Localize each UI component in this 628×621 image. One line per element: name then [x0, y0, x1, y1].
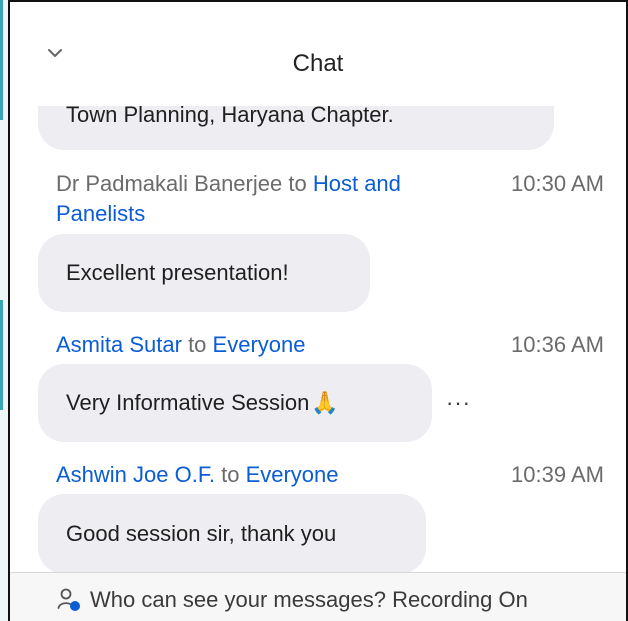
to-label: to [221, 462, 240, 487]
message-time: 10:36 AM [511, 332, 604, 357]
recipient-name[interactable]: Everyone [246, 462, 339, 487]
folded-hands-emoji: 🙏 [311, 390, 339, 415]
message-bubble: Town Planning, Haryana Chapter. [38, 106, 554, 150]
background-accent [0, 300, 3, 410]
recording-status: Recording On [392, 587, 528, 612]
message-bubble: Excellent presentation! [38, 234, 370, 312]
to-label: to [288, 171, 307, 196]
person-privacy-icon [57, 588, 80, 611]
footer-text: Who can see your messages? Recording On [90, 585, 528, 615]
message-header: Ashwin Joe O.F. to Everyone [56, 460, 339, 490]
background-accent [0, 0, 3, 120]
message-text: Excellent presentation! [66, 260, 289, 285]
message-bubble: Good session sir, thank you [38, 494, 426, 574]
background-window-edge [0, 0, 10, 621]
message-bubble: Very Informative Session 🙏 [38, 364, 432, 442]
recipient-name[interactable]: Everyone [213, 332, 306, 357]
to-label: to [188, 332, 207, 357]
message-header: Dr Padmakali Banerjee to Host and Paneli… [56, 169, 476, 229]
chat-panel: Chat Town Planning, Haryana Chapter. Dr … [10, 0, 628, 621]
chat-header: Chat [10, 2, 626, 77]
sender-name[interactable]: Ashwin Joe O.F. [56, 462, 215, 487]
message-time: 10:30 AM [511, 171, 604, 196]
message-text: Good session sir, thank you [66, 521, 337, 546]
message-header: Asmita Sutar to Everyone [56, 330, 306, 360]
screenshot-frame: Chat Town Planning, Haryana Chapter. Dr … [0, 0, 628, 621]
message-list[interactable]: Town Planning, Haryana Chapter. Dr Padma… [10, 106, 626, 576]
sender-name[interactable]: Asmita Sutar [56, 332, 182, 357]
chat-title: Chat [292, 50, 344, 77]
more-options-button[interactable]: ··· [446, 390, 471, 416]
chat-footer: Who can see your messages? Recording On [10, 572, 626, 621]
message-text: Very Informative Session [66, 390, 310, 415]
sender-name: Dr Padmakali Banerjee [56, 171, 283, 196]
message-time: 10:39 AM [511, 462, 604, 487]
who-can-see-link[interactable]: Who can see your messages? [90, 587, 386, 612]
message-text: Town Planning, Haryana Chapter. [66, 106, 394, 127]
